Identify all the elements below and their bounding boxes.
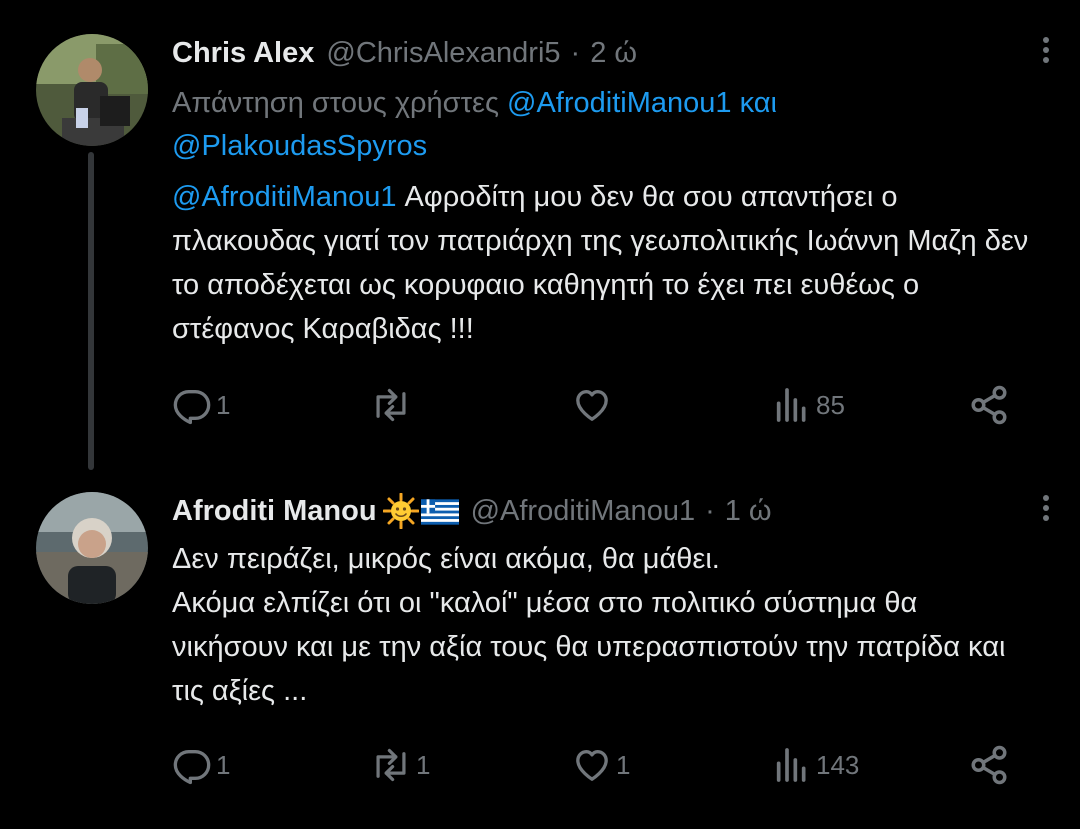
share-button[interactable] xyxy=(968,380,1010,430)
repost-icon xyxy=(370,385,412,425)
thread-line xyxy=(88,152,94,470)
more-options-icon[interactable] xyxy=(1036,488,1056,528)
greek-flag-emoji xyxy=(420,497,459,525)
avatar[interactable] xyxy=(36,492,148,604)
avatar[interactable] xyxy=(36,34,148,146)
repost-button[interactable] xyxy=(370,380,416,430)
reply-count: 1 xyxy=(216,749,231,780)
handle[interactable]: @AfroditiManou1 xyxy=(471,491,696,531)
repost-button[interactable]: 1 xyxy=(370,740,430,790)
reply-icon xyxy=(172,385,212,425)
share-icon xyxy=(968,744,1010,786)
like-button[interactable]: 1 xyxy=(572,740,630,790)
reply-count: 1 xyxy=(216,389,231,420)
reply-prefix: Απάντηση στους χρήστες xyxy=(172,87,508,119)
like-count: 1 xyxy=(616,749,631,780)
views-button[interactable]: 85 xyxy=(772,380,845,430)
replying-to: Απάντηση στους χρήστες @AfroditiManou1 κ… xyxy=(172,82,1040,168)
tweet-text: Δεν πειράζει, μικρός είναι ακόμα, θα μάθ… xyxy=(172,543,1006,707)
separator: · xyxy=(570,37,581,69)
views-icon xyxy=(772,745,812,785)
views-count: 85 xyxy=(816,389,845,420)
reply-button[interactable]: 1 xyxy=(172,380,230,430)
reply-mention-link[interactable]: @PlakoudasSpyros xyxy=(172,130,427,162)
tweet[interactable]: Chris Alex @ChrisAlexandri5 · 2 ώ Απάντη… xyxy=(0,0,1080,470)
handle[interactable]: @ChrisAlexandri5 xyxy=(326,33,560,73)
action-bar: 1 85 xyxy=(172,380,1052,430)
share-icon xyxy=(968,384,1010,426)
timestamp[interactable]: 2 ώ xyxy=(590,33,637,73)
tweet-header: Afroditi Manou @AfroditiManou1 · 1 ώ xyxy=(172,491,1000,531)
like-icon xyxy=(572,745,612,785)
repost-count: 1 xyxy=(416,749,431,780)
tweet-header: Chris Alex @ChrisAlexandri5 · 2 ώ xyxy=(172,33,1000,73)
repost-icon xyxy=(370,745,412,785)
action-bar: 1 1 1 143 xyxy=(172,740,1052,790)
views-icon xyxy=(772,385,812,425)
views-button[interactable]: 143 xyxy=(772,740,859,790)
like-icon xyxy=(572,385,612,425)
reply-joiner: και xyxy=(731,87,777,119)
text-mention-link[interactable]: @AfroditiManou1 xyxy=(172,181,397,213)
reply-button[interactable]: 1 xyxy=(172,740,230,790)
tweet-text: @AfroditiManou1 Αφροδίτη μου δεν θα σου … xyxy=(172,175,1040,351)
timestamp[interactable]: 1 ώ xyxy=(725,491,772,531)
share-button[interactable] xyxy=(968,740,1010,790)
like-button[interactable] xyxy=(572,380,616,430)
reply-mention-link[interactable]: @AfroditiManou1 xyxy=(507,87,732,119)
display-name[interactable]: Afroditi Manou xyxy=(172,491,377,531)
sun-face-emoji xyxy=(382,492,420,530)
display-name[interactable]: Chris Alex xyxy=(172,33,314,73)
views-count: 143 xyxy=(816,749,860,780)
separator: · xyxy=(705,495,715,527)
reply-icon xyxy=(172,745,212,785)
more-options-icon[interactable] xyxy=(1036,30,1056,70)
tweet[interactable]: Afroditi Manou @AfroditiManou1 · 1 ώ Δεν… xyxy=(0,470,1080,829)
